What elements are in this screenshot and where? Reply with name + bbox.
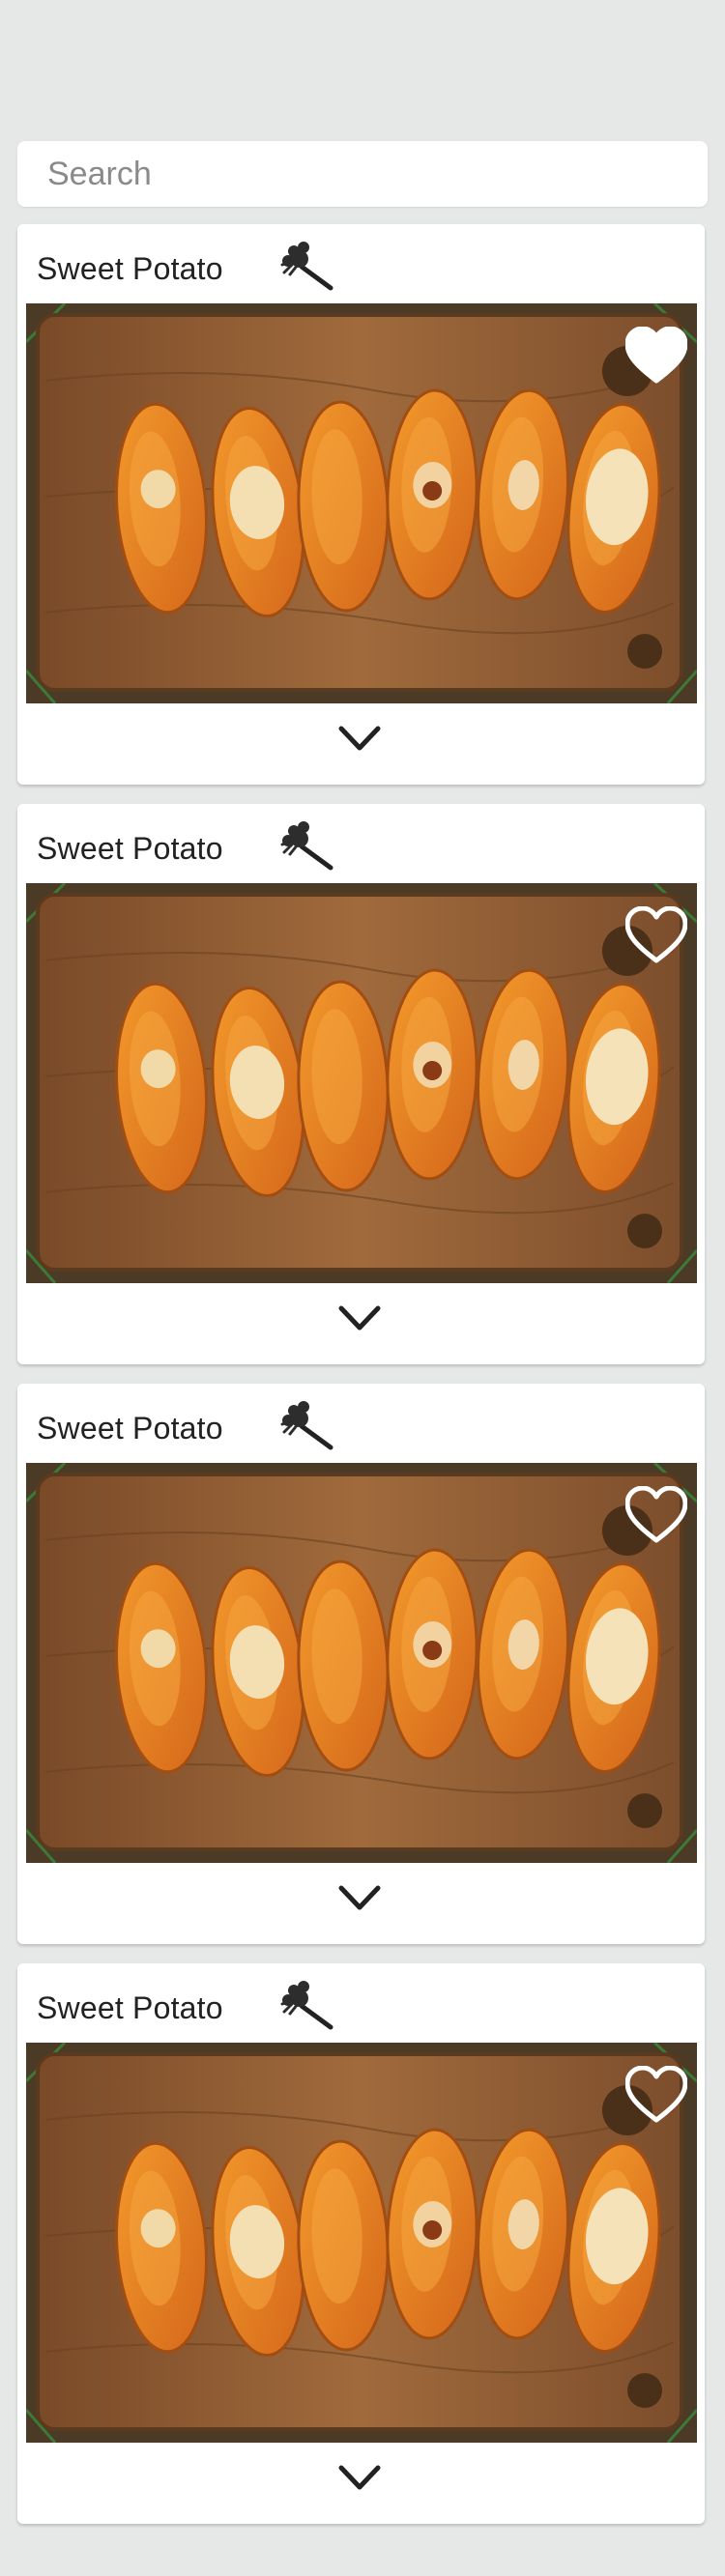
- rake-tool-icon[interactable]: [280, 238, 334, 292]
- search-input[interactable]: [17, 141, 708, 207]
- chevron-down-icon[interactable]: [335, 1299, 384, 1337]
- recipe-card-3[interactable]: Sweet Potato: [17, 1384, 705, 1944]
- recipe-photo: [26, 883, 697, 1283]
- rake-tool-icon[interactable]: [280, 1397, 334, 1451]
- chevron-down-icon[interactable]: [335, 2458, 384, 2497]
- recipe-card-4[interactable]: Sweet Potato: [17, 1963, 705, 2524]
- card-title: Sweet Potato: [37, 1990, 223, 2025]
- heart-icon[interactable]: [625, 906, 687, 964]
- recipe-photo: [26, 2043, 697, 2443]
- chevron-down-icon[interactable]: [335, 1878, 384, 1917]
- chevron-down-icon[interactable]: [335, 719, 384, 758]
- heart-icon[interactable]: [625, 1486, 687, 1544]
- heart-icon[interactable]: [625, 327, 687, 385]
- rake-tool-icon[interactable]: [280, 817, 334, 872]
- recipe-card-2[interactable]: Sweet Potato: [17, 804, 705, 1364]
- card-title: Sweet Potato: [37, 251, 223, 286]
- card-title: Sweet Potato: [37, 831, 223, 866]
- recipe-photo: [26, 303, 697, 703]
- search-bar[interactable]: [17, 141, 708, 207]
- recipe-photo: [26, 1463, 697, 1863]
- heart-icon[interactable]: [625, 2066, 687, 2124]
- rake-tool-icon[interactable]: [280, 1977, 334, 2031]
- recipe-card-1[interactable]: Sweet Potato: [17, 224, 705, 785]
- card-title: Sweet Potato: [37, 1411, 223, 1445]
